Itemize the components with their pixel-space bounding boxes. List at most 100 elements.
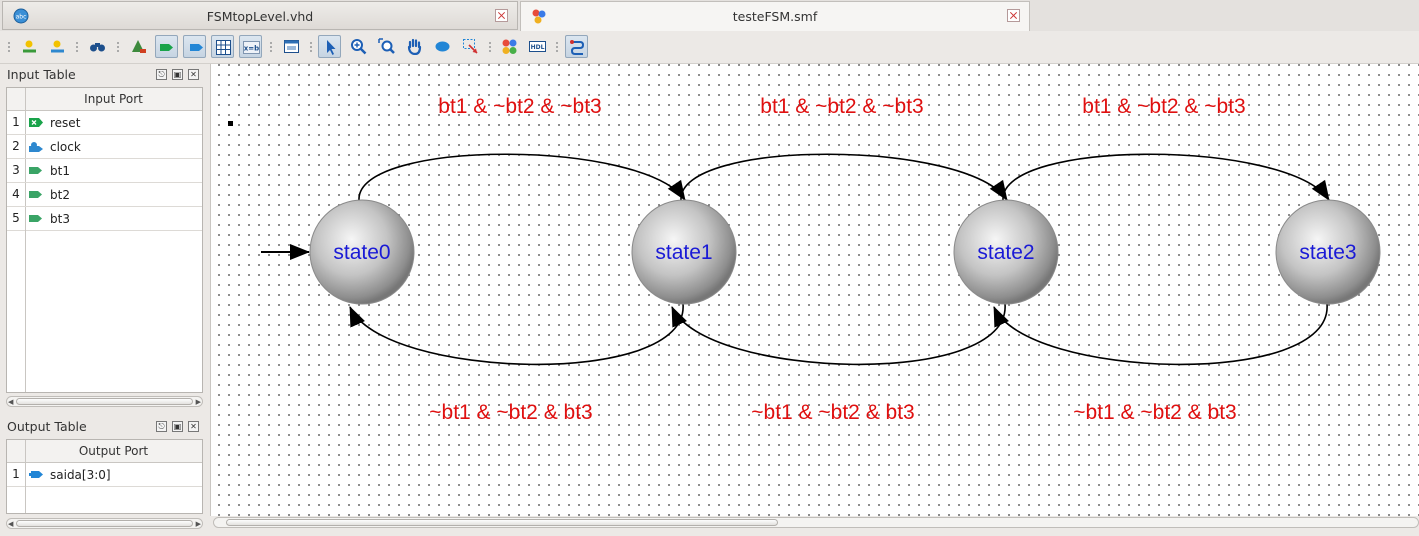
- pin-panel-icon[interactable]: ⎋: [156, 69, 167, 80]
- scrollbar-thumb[interactable]: [226, 519, 778, 526]
- input-table-scrollbar[interactable]: ◀ ▶: [6, 396, 203, 407]
- column-header-output-port: Output Port: [78, 444, 149, 458]
- float-panel-icon[interactable]: ▣: [172, 69, 183, 80]
- generate-hdl-button[interactable]: HDL: [526, 35, 549, 58]
- table-row[interactable]: 1 saida[3:0]: [7, 463, 202, 487]
- state-ellipse-icon: [435, 41, 450, 52]
- fsm-simulate-icon: [502, 39, 517, 54]
- port-name: saida[3:0]: [50, 468, 111, 482]
- add-port-button[interactable]: [127, 35, 150, 58]
- transition-forward-0[interactable]: [358, 153, 686, 201]
- table-row[interactable]: 4 bt2: [7, 183, 202, 207]
- toolbar: x=b HDL: [0, 31, 1419, 64]
- transition-backward-0[interactable]: [349, 303, 684, 366]
- state-node[interactable]: state2: [953, 199, 1059, 305]
- fsm-canvas[interactable]: state0 state1 state2 state3 bt1 & ~bt2 & ~b…: [210, 64, 1419, 516]
- transition-condition-label[interactable]: bt1 & ~bt2 & ~bt3: [1082, 95, 1245, 118]
- input-port-icon: [29, 191, 42, 198]
- table-header: Input Port: [7, 88, 202, 111]
- panel-header: Input Table ⎋ ▣ ✕: [5, 64, 204, 86]
- panel-title: Input Table: [7, 67, 76, 82]
- properties-button[interactable]: [280, 35, 303, 58]
- canvas-scrollbar[interactable]: [210, 516, 1419, 530]
- transition-backward-1[interactable]: [671, 303, 1006, 366]
- transition-forward-2[interactable]: [1002, 153, 1330, 201]
- column-header-input-port: Input Port: [84, 92, 143, 106]
- document-tab-bar: abc FSMtopLevel.vhd testeFSM.smf: [0, 0, 1419, 32]
- float-panel-icon[interactable]: ▣: [172, 421, 183, 432]
- panel-header: Output Table ⎋ ▣ ✕: [5, 416, 204, 438]
- output-port-button[interactable]: [183, 35, 206, 58]
- scrollbar-thumb[interactable]: [16, 398, 193, 405]
- select-tool-button[interactable]: [318, 35, 341, 58]
- pan-button[interactable]: [403, 35, 426, 58]
- toolbar-grip: [270, 42, 274, 52]
- close-tab-icon[interactable]: [495, 9, 508, 22]
- close-panel-icon[interactable]: ✕: [188, 69, 199, 80]
- route-path-icon: [570, 40, 585, 55]
- pin-panel-icon[interactable]: ⎋: [156, 421, 167, 432]
- zoom-fit-icon: [378, 38, 395, 54]
- port-name: reset: [50, 116, 81, 130]
- row-number: 4: [7, 183, 26, 206]
- anchor-dot: [228, 121, 233, 126]
- zoom-in-button[interactable]: [347, 35, 370, 58]
- state-node[interactable]: state0: [309, 199, 415, 305]
- close-tab-icon[interactable]: [1007, 9, 1020, 22]
- simulate-button[interactable]: [498, 35, 521, 58]
- table-row[interactable]: 5 bt3: [7, 207, 202, 231]
- transition-forward-1[interactable]: [680, 153, 1008, 201]
- route-button[interactable]: [565, 35, 588, 58]
- assign-button[interactable]: x=b: [239, 35, 262, 58]
- table-header: Output Port: [7, 440, 202, 463]
- transition-condition-label[interactable]: bt1 & ~bt2 & ~bt3: [438, 95, 601, 118]
- toolbar-grip: [556, 42, 560, 52]
- transition-condition-label[interactable]: ~bt1 & ~bt2 & bt3: [751, 401, 914, 424]
- output-bus-port-icon: [29, 471, 43, 478]
- table-icon: [216, 40, 231, 55]
- close-panel-icon[interactable]: ✕: [188, 421, 199, 432]
- port-tree-icon: [132, 40, 146, 53]
- binoculars-icon: [90, 43, 105, 52]
- svg-text:HDL: HDL: [531, 44, 545, 51]
- input-port-table: Input Port 1 reset 2 clock 3 bt1 4 bt2 5…: [6, 87, 203, 393]
- row-number: 1: [7, 463, 26, 486]
- add-clock-button[interactable]: [46, 35, 69, 58]
- add-state-button[interactable]: [431, 35, 454, 58]
- zoom-fit-button[interactable]: [375, 35, 398, 58]
- state-node[interactable]: state1: [631, 199, 737, 305]
- fsm-diagram[interactable]: state0 state1 state2 state3 bt1 & ~bt2 & ~b…: [211, 64, 1419, 516]
- state-name-label: state3: [1299, 241, 1356, 264]
- transition-backward-2[interactable]: [993, 303, 1328, 366]
- zoom-in-icon: [351, 39, 367, 55]
- svg-text:x=b: x=b: [244, 45, 259, 53]
- input-port-button[interactable]: [155, 35, 178, 58]
- input-port-icon: [160, 44, 173, 51]
- add-transition-button[interactable]: [459, 35, 482, 58]
- panel-title: Output Table: [7, 419, 87, 434]
- table-view-button[interactable]: [211, 35, 234, 58]
- input-port-icon: [29, 167, 42, 174]
- find-button[interactable]: [86, 35, 109, 58]
- transition-labels: bt1 & ~bt2 & ~bt3 bt1 & ~bt2 & ~bt3 bt1 & …: [429, 95, 1245, 424]
- transition-condition-label[interactable]: ~bt1 & ~bt2 & bt3: [1073, 401, 1236, 424]
- transition-condition-label[interactable]: ~bt1 & ~bt2 & bt3: [429, 401, 592, 424]
- transition-condition-label[interactable]: bt1 & ~bt2 & ~bt3: [760, 95, 923, 118]
- tab-testefsm[interactable]: testeFSM.smf: [520, 1, 1030, 31]
- scrollbar-thumb[interactable]: [16, 520, 193, 527]
- output-port-icon: [190, 44, 203, 51]
- output-table-scrollbar[interactable]: ◀ ▶: [6, 518, 203, 529]
- state-name-label: state1: [655, 241, 712, 264]
- tab-fsmtoplevel[interactable]: abc FSMtopLevel.vhd: [2, 1, 518, 30]
- add-reset-button[interactable]: [18, 35, 41, 58]
- table-row[interactable]: 2 clock: [7, 135, 202, 159]
- state-node[interactable]: state3: [1275, 199, 1381, 305]
- port-name: bt1: [50, 164, 70, 178]
- table-row[interactable]: 3 bt1: [7, 159, 202, 183]
- transition-arrow-icon: [463, 39, 478, 54]
- port-name: clock: [50, 140, 81, 154]
- port-name: bt3: [50, 212, 70, 226]
- table-row[interactable]: 1 reset: [7, 111, 202, 135]
- toolbar-grip: [8, 42, 12, 52]
- states: state0 state1 state2 state3: [309, 199, 1381, 305]
